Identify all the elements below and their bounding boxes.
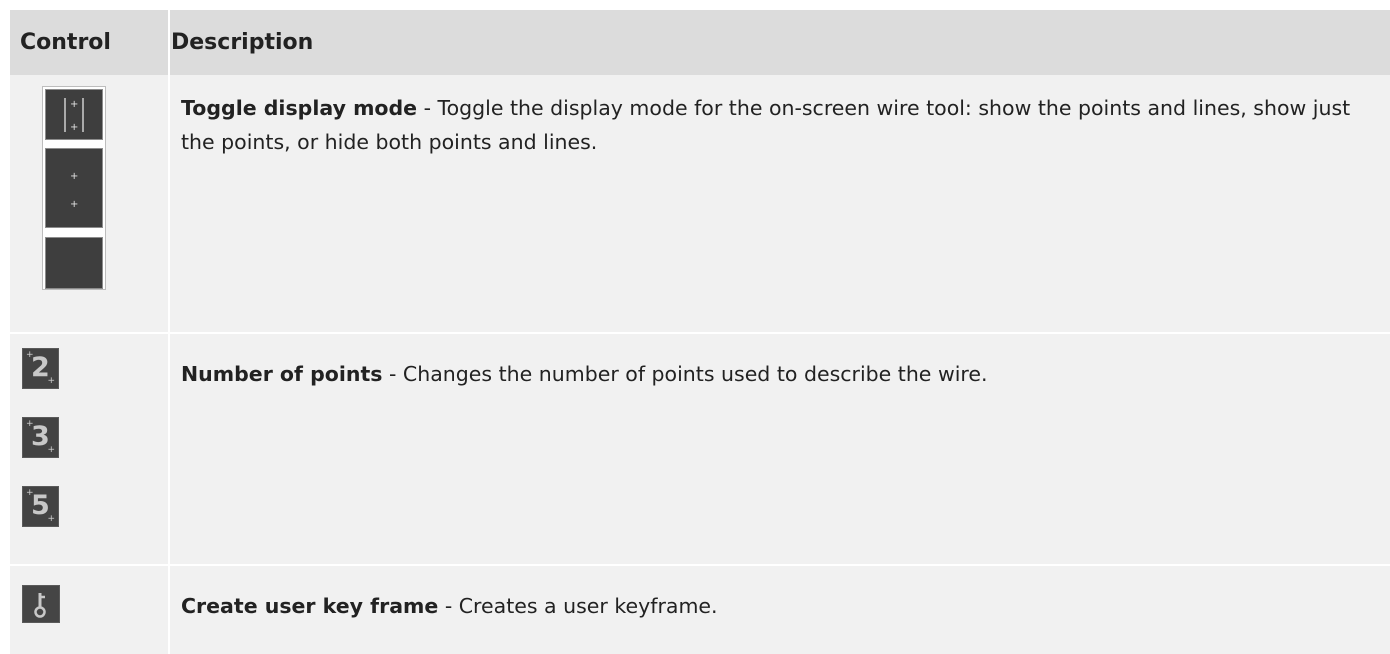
row-separator: - — [382, 362, 403, 386]
five-points-icon[interactable]: + 5 + — [22, 486, 59, 527]
three-points-icon[interactable]: + 3 + — [22, 417, 59, 458]
svg-text:+: + — [70, 199, 78, 210]
controls-table: Control Description + + + + Toggle displ… — [0, 0, 1390, 654]
table-header: Control Description — [10, 10, 1390, 75]
display-hidden-icon[interactable] — [45, 237, 103, 289]
table-row: + + + + Toggle display mode - Toggle the… — [10, 75, 1390, 332]
row-description: Toggle display mode - Toggle the display… — [181, 91, 1381, 159]
key-icon[interactable] — [22, 585, 60, 623]
row-description: Create user key frame - Creates a user k… — [181, 589, 1381, 623]
row-title: Number of points — [181, 362, 383, 386]
svg-text:+: + — [70, 99, 78, 110]
row-title: Toggle display mode — [181, 96, 418, 120]
svg-text:+: + — [70, 122, 78, 133]
svg-text:+: + — [70, 171, 78, 182]
header-control: Control — [20, 30, 111, 55]
display-points-icon[interactable]: + + — [45, 148, 103, 228]
row-separator: - — [417, 96, 438, 120]
row-description: Number of points - Changes the number of… — [181, 357, 1381, 391]
row-text: Creates a user keyframe. — [458, 594, 718, 618]
row-title: Create user key frame — [181, 594, 439, 618]
row-separator: - — [438, 594, 459, 618]
table-row: Create user key frame - Creates a user k… — [10, 566, 1390, 654]
table-row: + 2 + + 3 + + 5 + Number of points - Cha… — [10, 334, 1390, 564]
header-description: Description — [171, 30, 314, 55]
display-mode-icon-stack: + + + + — [42, 86, 106, 290]
row-text: Changes the number of points used to des… — [402, 362, 988, 386]
column-divider — [168, 10, 170, 654]
two-points-icon[interactable]: + 2 + — [22, 348, 59, 389]
display-points-lines-icon[interactable]: + + — [45, 89, 103, 140]
